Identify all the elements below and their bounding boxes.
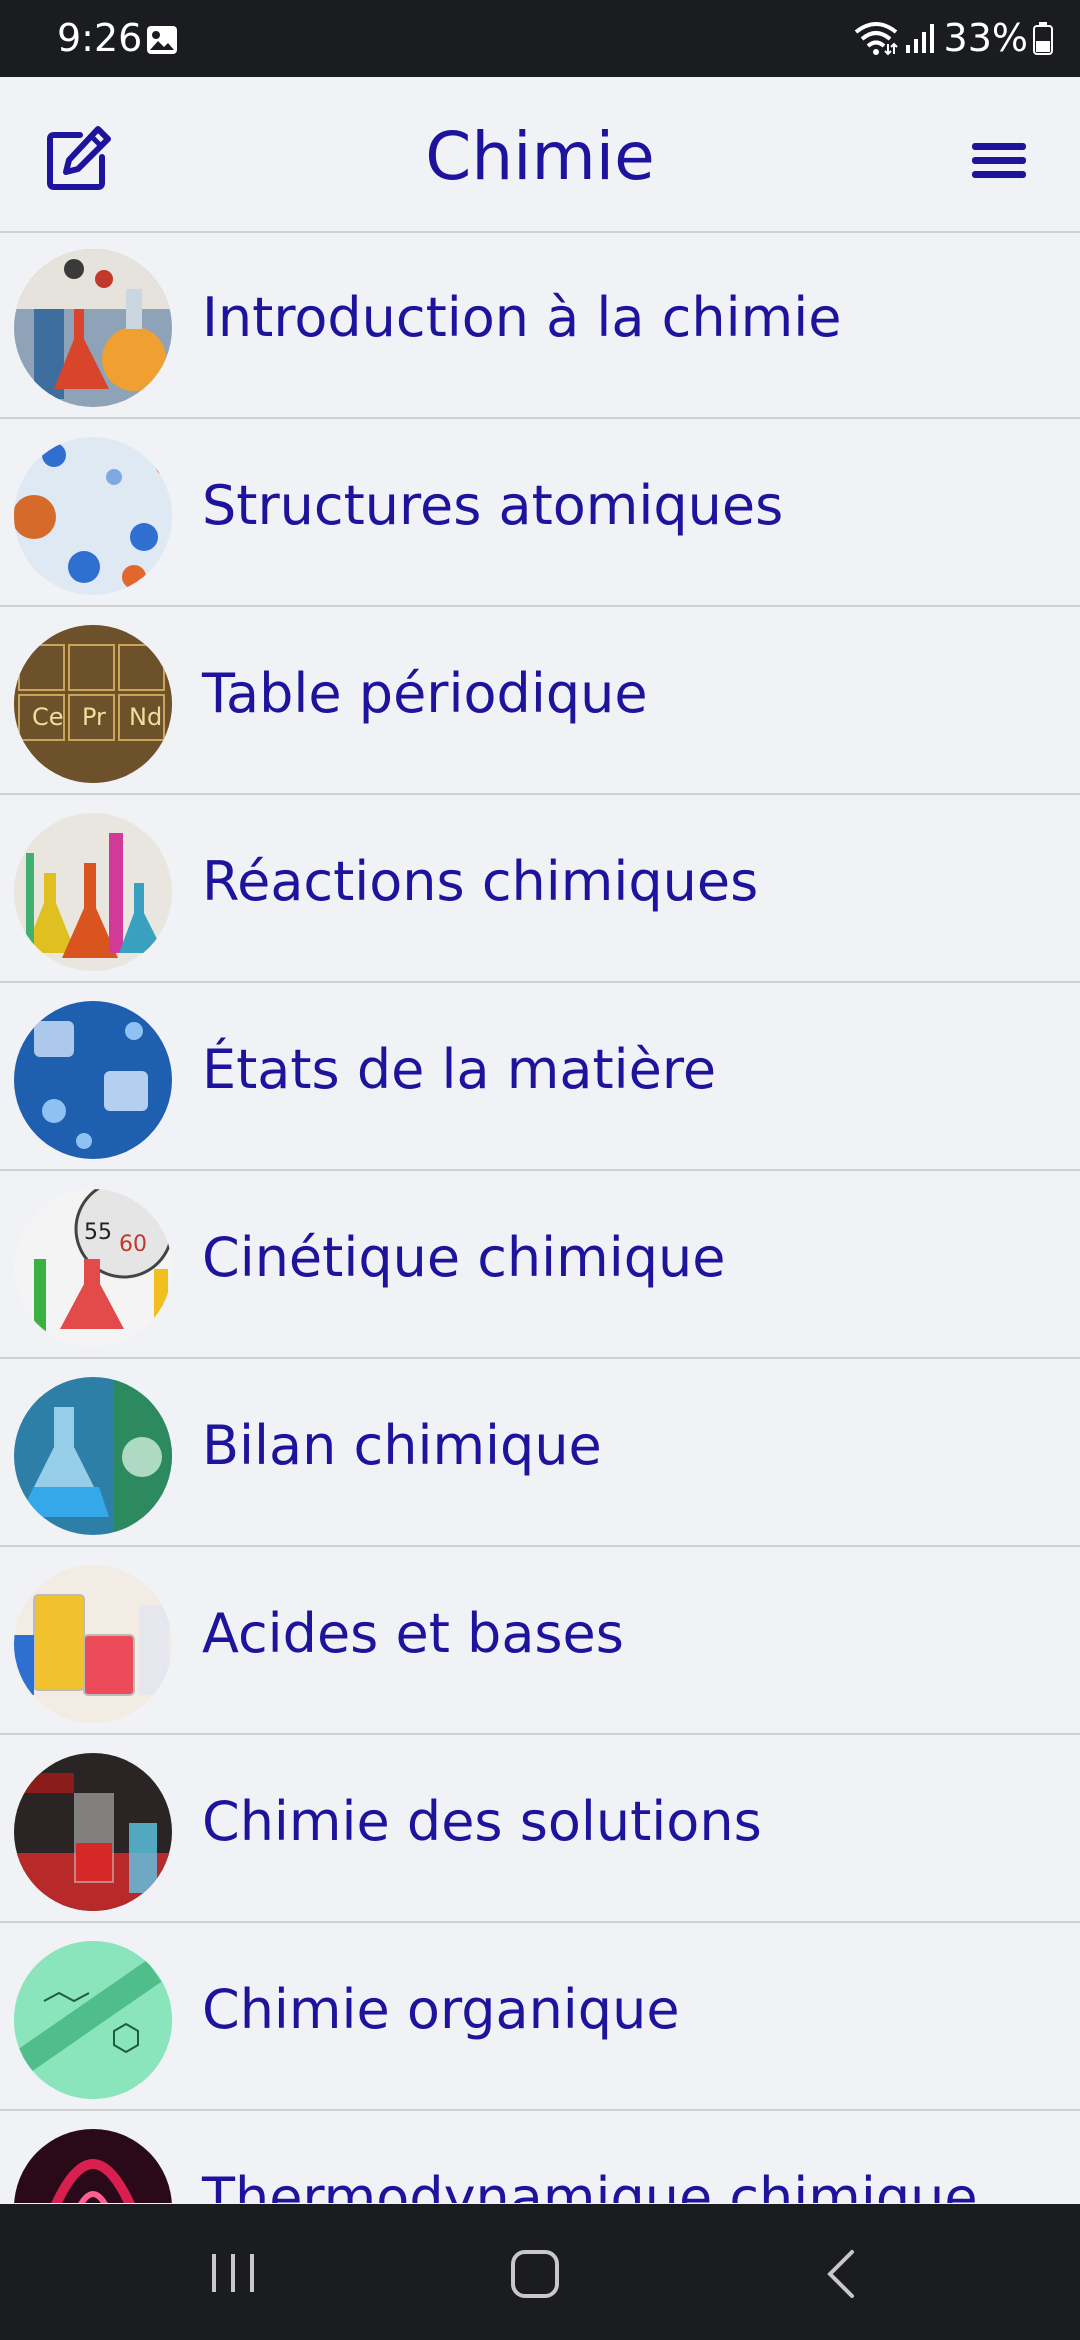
recent-apps-icon[interactable]	[208, 2252, 258, 2294]
topic-thumbnail	[14, 1565, 172, 1723]
battery-icon	[1033, 22, 1053, 55]
system-navigation-bar	[0, 2204, 1080, 2340]
svg-text:Pr: Pr	[82, 703, 106, 731]
topic-label: Table périodique	[202, 662, 648, 725]
topic-thumbnail: Ce Pr Nd	[14, 625, 172, 783]
gallery-notification-icon	[147, 26, 177, 54]
svg-text:55: 55	[84, 1220, 112, 1245]
topic-thumbnail: 55 60	[14, 1189, 172, 1347]
list-item[interactable]: 55 60 Cinétique chimique	[0, 1173, 1080, 1359]
topic-thumbnail	[14, 1377, 172, 1535]
topic-list: Introduction à la chimie Structures atom…	[0, 233, 1080, 2203]
svg-text:60: 60	[119, 1232, 147, 1257]
signal-icon	[905, 24, 934, 53]
topic-label: Bilan chimique	[202, 1414, 602, 1477]
topic-label: Thermodynamique chimique	[202, 2166, 978, 2203]
topic-thumbnail	[14, 813, 172, 971]
list-item[interactable]: Acides et bases	[0, 1549, 1080, 1735]
svg-text:Nd: Nd	[129, 703, 162, 731]
app-header: Chimie	[0, 77, 1080, 233]
topic-label: Introduction à la chimie	[202, 286, 842, 349]
wifi-icon	[854, 22, 898, 56]
status-time: 9:26	[57, 16, 143, 60]
topic-label: Structures atomiques	[202, 474, 784, 537]
topic-thumbnail	[14, 437, 172, 595]
topic-label: Chimie des solutions	[202, 1790, 762, 1853]
topic-thumbnail	[14, 1941, 172, 2099]
hamburger-menu-icon[interactable]	[970, 137, 1028, 185]
topic-thumbnail	[14, 249, 172, 407]
svg-text:Ce: Ce	[32, 703, 64, 731]
page-title: Chimie	[425, 118, 655, 195]
list-item[interactable]: Ce Pr Nd Table périodique	[0, 609, 1080, 795]
list-item[interactable]: Thermodynamique chimique	[0, 2113, 1080, 2203]
topic-label: Acides et bases	[202, 1602, 624, 1665]
list-item[interactable]: Chimie organique	[0, 1925, 1080, 2111]
battery-percentage: 33%	[943, 16, 1028, 60]
topic-thumbnail	[14, 1753, 172, 1911]
list-item[interactable]: Introduction à la chimie	[0, 233, 1080, 419]
list-item[interactable]: Structures atomiques	[0, 421, 1080, 607]
back-icon[interactable]	[822, 2248, 858, 2300]
list-item[interactable]: États de la matière	[0, 985, 1080, 1171]
topic-label: Cinétique chimique	[202, 1226, 726, 1289]
home-icon[interactable]	[509, 2248, 561, 2300]
topic-thumbnail	[14, 2129, 172, 2203]
topic-label: Réactions chimiques	[202, 850, 759, 913]
topic-label: Chimie organique	[202, 1978, 680, 2041]
list-item[interactable]: Bilan chimique	[0, 1361, 1080, 1547]
list-item[interactable]: Réactions chimiques	[0, 797, 1080, 983]
status-bar: 9:26 33%	[0, 0, 1080, 77]
list-item[interactable]: Chimie des solutions	[0, 1737, 1080, 1923]
topic-thumbnail	[14, 1001, 172, 1159]
status-right-cluster: 33%	[852, 18, 1054, 58]
topic-label: États de la matière	[202, 1038, 717, 1101]
